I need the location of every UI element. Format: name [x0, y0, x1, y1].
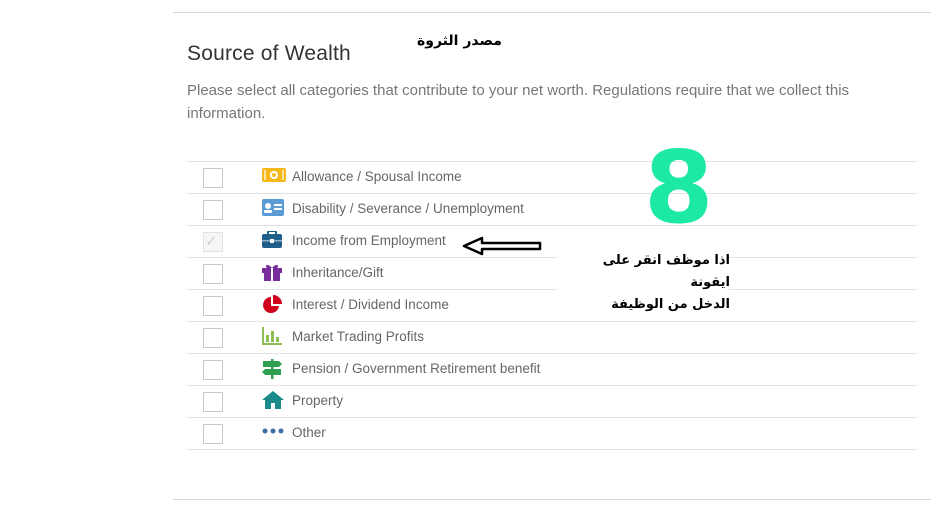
list-item-employment[interactable]: ✓ Income from Employment: [187, 226, 917, 258]
signpost-icon: [262, 359, 284, 379]
banknote-icon: [262, 167, 286, 187]
checkbox-other[interactable]: [203, 424, 223, 444]
section-title: Source of Wealth: [187, 42, 351, 65]
checkmark-icon: ✓: [205, 233, 218, 250]
option-label: Interest / Dividend Income: [292, 297, 449, 312]
list-item-other[interactable]: Other: [187, 418, 917, 450]
option-label: Market Trading Profits: [292, 329, 425, 344]
checkbox-allowance[interactable]: [203, 168, 223, 188]
arrow-left-icon: [462, 236, 542, 256]
step-number-annotation: 8: [644, 129, 714, 246]
option-label: Property: [292, 393, 344, 408]
more-dots-icon: [262, 423, 284, 443]
list-item-disability[interactable]: Disability / Severance / Unemployment: [187, 194, 917, 226]
option-label: Allowance / Spousal Income: [292, 169, 462, 184]
checkbox-market-trading[interactable]: [203, 328, 223, 348]
list-item-interest[interactable]: Interest / Dividend Income: [187, 290, 917, 322]
wealth-source-list: Allowance / Spousal Income Disability / …: [187, 161, 917, 450]
option-label: Pension / Government Retirement benefit: [292, 361, 541, 376]
option-label: Income from Employment: [292, 233, 446, 248]
house-icon: [262, 391, 284, 411]
list-item-pension[interactable]: Pension / Government Retirement benefit: [187, 354, 917, 386]
briefcase-icon: [262, 231, 284, 251]
checkbox-pension[interactable]: [203, 360, 223, 380]
top-divider: [173, 12, 931, 13]
list-item-market-trading[interactable]: Market Trading Profits: [187, 322, 917, 354]
bottom-divider: [173, 499, 931, 500]
checkbox-disability[interactable]: [203, 200, 223, 220]
option-label: Inheritance/Gift: [292, 265, 384, 280]
option-label: Disability / Severance / Unemployment: [292, 201, 524, 216]
checkbox-employment[interactable]: ✓: [203, 232, 223, 252]
annotation-note-line-2: الدخل من الوظيفة: [611, 297, 730, 312]
checkbox-interest[interactable]: [203, 296, 223, 316]
checkbox-inheritance[interactable]: [203, 264, 223, 284]
annotation-note: اذا موظف انقر على ايقونة الدخل من الوظيف…: [560, 250, 730, 316]
list-item-allowance[interactable]: Allowance / Spousal Income: [187, 162, 917, 194]
list-item-property[interactable]: Property: [187, 386, 917, 418]
pie-chart-icon: [262, 295, 284, 315]
bar-chart-icon: [262, 327, 284, 347]
gift-icon: [262, 263, 284, 283]
annotation-note-line-1: اذا موظف انقر على ايقونة: [602, 253, 730, 290]
id-card-icon: [262, 199, 284, 219]
arabic-title-annotation: مصدر الثروة: [417, 33, 502, 49]
option-label: Other: [292, 425, 326, 440]
list-item-inheritance[interactable]: Inheritance/Gift: [187, 258, 917, 290]
checkbox-property[interactable]: [203, 392, 223, 412]
section-description: Please select all categories that contri…: [187, 82, 850, 122]
